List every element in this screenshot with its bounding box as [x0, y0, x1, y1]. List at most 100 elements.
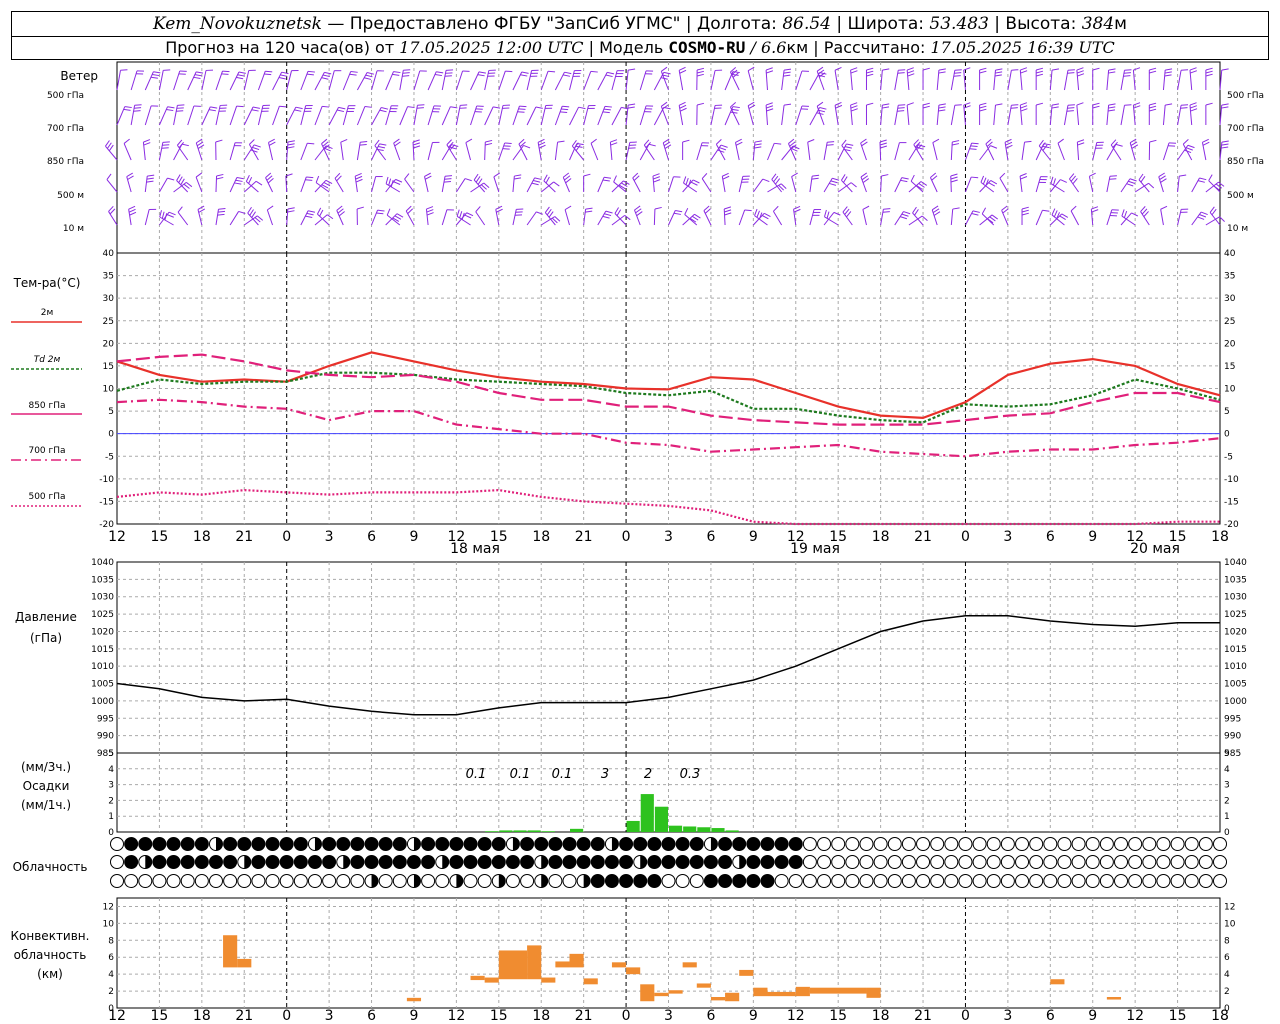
cloud-circle — [1000, 855, 1015, 869]
cloud-circle — [208, 855, 223, 869]
wind-barb-feather — [1020, 102, 1028, 106]
precip-bar — [654, 806, 668, 832]
wind-barb-feather — [395, 178, 403, 183]
wind-barb-feather — [235, 179, 243, 182]
wind-barb-feather — [108, 144, 114, 152]
cloud-circle — [152, 855, 167, 869]
cloud-circle — [322, 874, 337, 888]
wind-barb-feather — [307, 70, 316, 73]
cloud-circle — [887, 855, 902, 869]
cloud-circle — [307, 855, 322, 869]
wind-barb — [498, 70, 506, 91]
conv-bar — [555, 961, 570, 968]
wind-barb-feather — [762, 178, 770, 183]
wind-barb-feather — [652, 173, 660, 177]
wind-barb — [144, 209, 150, 226]
wind-barb-feather — [548, 70, 556, 73]
wind-barb-feather — [124, 106, 132, 109]
wind-barb-feather — [843, 176, 848, 183]
cloud-circle — [279, 855, 294, 869]
wind-barb-feather — [922, 102, 930, 106]
wind-barb — [999, 177, 1009, 193]
wind-level-2: 850 гПа — [47, 157, 84, 167]
cloud-circle — [1057, 855, 1072, 869]
cloud-half — [145, 855, 152, 869]
cloud-circle — [831, 855, 846, 869]
wind-barb-feather — [1067, 104, 1075, 106]
wind-barbs — [105, 66, 1229, 226]
ytick-right-pressure: 1025 — [1224, 610, 1247, 620]
wind-barb — [385, 183, 401, 193]
wind-barb-feather — [575, 144, 581, 151]
xtick-0-21: 3 — [1003, 529, 1012, 545]
wind-barb — [653, 208, 656, 226]
wind-barb-feather — [287, 140, 295, 143]
cloud-circle — [223, 874, 238, 888]
wind-barb-feather — [754, 208, 758, 216]
axis-ticks: -20 -20-15 -15-10 -10-5 -50 05 510 1015 1520 2025… — [91, 249, 1247, 1024]
wind-barb-feather — [1067, 107, 1075, 109]
conv-bar — [527, 945, 542, 980]
wind-barb-feather — [378, 146, 386, 149]
cloud-circle — [435, 874, 450, 888]
wind-barb — [639, 105, 647, 126]
cloud-circle — [1071, 837, 1086, 851]
wind-barb-feather — [764, 212, 771, 218]
wind-barb-feather — [679, 104, 687, 109]
wind-barb-feather — [177, 206, 183, 213]
wind-barb-feather — [605, 74, 613, 78]
cloud-circle — [760, 874, 775, 888]
cloud-circle — [124, 837, 139, 851]
wind-barb-feather — [648, 143, 656, 147]
cloud-half — [413, 874, 421, 888]
wind-barb-feather — [120, 69, 128, 71]
wind-barb-feather — [696, 70, 704, 74]
wind-barb-feather — [661, 101, 668, 107]
wind-barb-feather — [613, 175, 617, 183]
wind-barb-feather — [1005, 141, 1013, 146]
cloud-circle — [1015, 837, 1030, 851]
wind-barb — [860, 176, 867, 193]
wind-barb-feather — [898, 104, 906, 106]
conv-bar — [484, 977, 499, 983]
wind-barb-feather — [521, 71, 529, 74]
wind-barb-feather — [1036, 70, 1044, 74]
wind-barb-feather — [897, 72, 905, 74]
wind-barb-feather — [971, 213, 979, 216]
wind-barb-feather — [464, 214, 472, 219]
xtick-1-12: 0 — [622, 1008, 631, 1024]
cloud-circle — [774, 837, 789, 851]
cloud-circle — [718, 874, 733, 888]
wind-barb — [597, 106, 606, 126]
wind-barb-feather — [766, 70, 774, 74]
wind-barb-feather — [583, 173, 591, 177]
wind-barb-feather — [816, 66, 824, 72]
cloud-circle — [817, 837, 832, 851]
wind-barb — [910, 180, 924, 193]
cloud-circle — [477, 874, 492, 888]
wind-barb — [963, 70, 966, 91]
wind-barb-feather — [692, 215, 699, 221]
cloud-circle — [1198, 837, 1213, 851]
wind-barb-feather — [1221, 143, 1229, 146]
wind-barb-feather — [907, 73, 915, 77]
cloud-circle — [1156, 855, 1171, 869]
wind-barb — [512, 145, 524, 161]
wind-barb-feather — [748, 104, 756, 110]
wind-barb — [336, 210, 344, 226]
cloud-circle — [1057, 837, 1072, 851]
wind-barb-feather — [880, 145, 888, 149]
wind-barb-feather — [128, 208, 136, 213]
cloud-circle — [1184, 874, 1199, 888]
wind-barb-feather — [1160, 205, 1168, 210]
ytick-left-temp: 5 — [108, 407, 114, 417]
cloud-circle — [322, 855, 337, 869]
cloud-circle — [633, 837, 648, 851]
wind-barb-feather — [783, 103, 792, 106]
wind-barb-feather — [413, 142, 420, 146]
wind-barb-feather — [842, 206, 848, 213]
wind-barb-feather — [287, 143, 295, 146]
wind-barb-feather — [1020, 70, 1028, 74]
wind-barb-feather — [819, 107, 827, 110]
xtick-1-17: 15 — [829, 1008, 847, 1024]
